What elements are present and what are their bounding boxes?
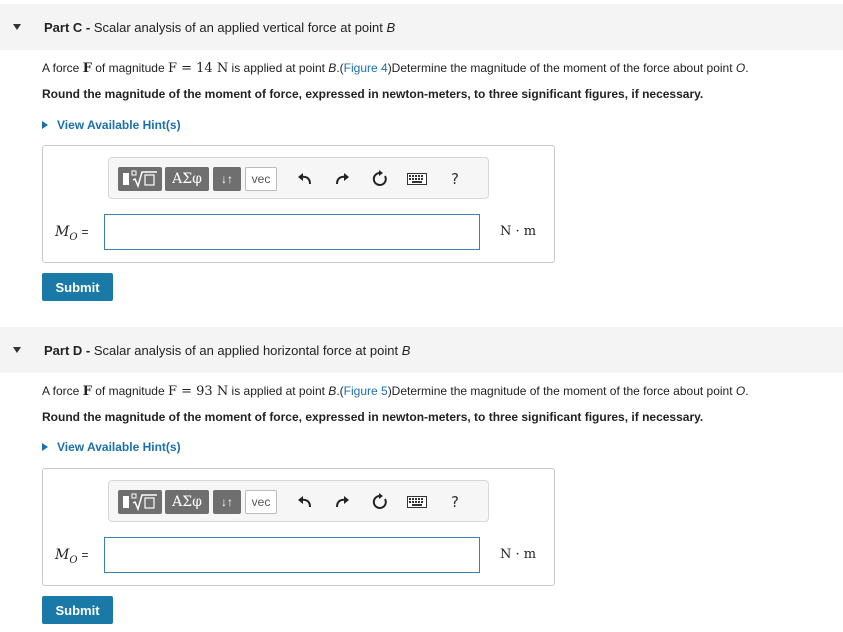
reset-icon[interactable]: [368, 490, 392, 514]
unit-label: N · m: [500, 224, 537, 239]
moment-variable-label: MO =: [55, 547, 89, 566]
figure-link[interactable]: Figure 5: [344, 384, 388, 398]
part-c-answer-box: ΑΣφ ↓↑ vec ? MO = N · m: [42, 145, 555, 263]
moment-variable-label: MO =: [55, 224, 89, 243]
unit-label: N · m: [500, 547, 537, 562]
figure-link[interactable]: Figure 4: [344, 61, 388, 75]
arrows-button[interactable]: ↓↑: [213, 167, 241, 191]
reset-icon[interactable]: [368, 167, 392, 191]
part-c-answer-input[interactable]: [104, 214, 480, 250]
templates-button[interactable]: [118, 490, 162, 514]
hint-label: View Available Hint(s): [57, 440, 181, 454]
part-d-prompt: A force F of magnitude F = 93 N is appli…: [42, 384, 749, 399]
part-d-submit-button[interactable]: Submit: [42, 596, 113, 624]
math-toolbar: ΑΣφ ↓↑ vec ?: [108, 157, 489, 199]
part-d-round-instruction: Round the magnitude of the moment of for…: [42, 410, 704, 424]
help-icon[interactable]: ?: [443, 167, 467, 191]
templates-button[interactable]: [118, 167, 162, 191]
redo-icon[interactable]: [330, 490, 354, 514]
part-d-header[interactable]: Part D - Scalar analysis of an applied h…: [0, 327, 843, 373]
undo-icon[interactable]: [293, 167, 317, 191]
part-c-prompt: A force F of magnitude F = 14 N is appli…: [42, 61, 749, 76]
keyboard-icon[interactable]: [405, 490, 429, 514]
arrows-button[interactable]: ↓↑: [213, 490, 241, 514]
vector-button[interactable]: vec: [245, 490, 277, 514]
part-c-view-hint-link[interactable]: View Available Hint(s): [42, 118, 181, 132]
expand-triangle-icon: [42, 443, 48, 451]
part-c-round-instruction: Round the magnitude of the moment of for…: [42, 87, 704, 101]
greek-symbols-button[interactable]: ΑΣφ: [165, 167, 209, 191]
greek-symbols-button[interactable]: ΑΣφ: [165, 490, 209, 514]
redo-icon[interactable]: [330, 167, 354, 191]
part-d-answer-input[interactable]: [104, 537, 480, 573]
expand-triangle-icon: [42, 121, 48, 129]
part-c-submit-button[interactable]: Submit: [42, 273, 113, 301]
keyboard-icon[interactable]: [405, 167, 429, 191]
fraction-root-icon: [123, 493, 157, 512]
math-toolbar: ΑΣφ ↓↑ vec ?: [108, 480, 489, 522]
part-d-title: Part D - Scalar analysis of an applied h…: [44, 342, 411, 358]
part-c-title: Part C - Scalar analysis of an applied v…: [44, 19, 396, 35]
collapse-caret-icon[interactable]: [13, 24, 21, 30]
part-d-view-hint-link[interactable]: View Available Hint(s): [42, 440, 181, 454]
help-icon[interactable]: ?: [443, 490, 467, 514]
part-d-answer-box: ΑΣφ ↓↑ vec ? MO = N · m: [42, 468, 555, 586]
vector-button[interactable]: vec: [245, 167, 277, 191]
fraction-root-icon: [123, 170, 157, 189]
hint-label: View Available Hint(s): [57, 118, 181, 132]
part-c-header[interactable]: Part C - Scalar analysis of an applied v…: [0, 4, 843, 50]
undo-icon[interactable]: [293, 490, 317, 514]
collapse-caret-icon[interactable]: [13, 347, 21, 353]
